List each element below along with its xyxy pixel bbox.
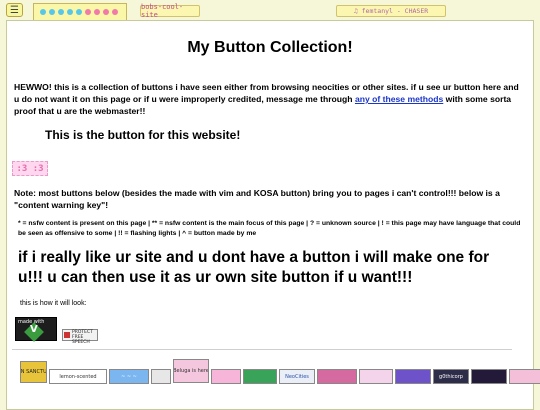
flag-icon [64, 332, 70, 338]
site-button-9[interactable] [317, 369, 357, 384]
site-button-14[interactable] [509, 369, 540, 384]
decor-dot [85, 9, 91, 15]
site-button-6[interactable] [211, 369, 241, 384]
divider [12, 349, 512, 350]
site-button-8[interactable]: NeoCities [279, 369, 315, 384]
pfs-button-text: PROTECT FREE SPEECH [72, 330, 93, 345]
decor-dot [112, 9, 118, 15]
decor-dot [76, 9, 82, 15]
now-playing[interactable]: ♫ femtanyl - CHASER [336, 5, 446, 17]
site-button-2[interactable]: lemon-scented [49, 369, 107, 384]
site-button-13[interactable] [471, 369, 507, 384]
decor-dot [103, 9, 109, 15]
page-title: My Button Collection! [187, 39, 353, 56]
site-button[interactable]: :3 :3 [12, 161, 48, 176]
site-button-4[interactable] [151, 369, 171, 384]
decor-dot [58, 9, 64, 15]
decor-dot [94, 9, 100, 15]
site-button-7[interactable] [243, 369, 277, 384]
menu-icon[interactable]: ☰ [6, 3, 23, 17]
site-button-1[interactable]: EDEN SANCTUARY [20, 361, 47, 383]
note-paragraph: Note: most buttons below (besides the ma… [14, 188, 500, 210]
top-bar: ☰ bobs-cool-site ♫ femtanyl - CHASER [0, 0, 540, 28]
contact-methods-link[interactable]: any of these methods [355, 94, 443, 104]
intro-paragraph: HEWWO! this is a collection of buttons i… [14, 81, 524, 117]
vim-letter: V [30, 324, 38, 335]
site-name-tag[interactable]: bobs-cool-site [140, 3, 200, 19]
example-label: this is how it will look: [20, 300, 87, 307]
site-button-5[interactable]: Beluga is here [173, 359, 209, 383]
warning-key: * = nsfw content is present on this page… [18, 220, 521, 237]
site-button-10[interactable] [359, 369, 393, 384]
site-button-12[interactable]: g0thicorp [433, 369, 469, 384]
decor-dot [67, 9, 73, 15]
made-with-vim-button[interactable]: made with V [15, 317, 57, 342]
site-button-11[interactable] [395, 369, 431, 384]
content-panel [6, 20, 534, 410]
button-offer-text: if i really like ur site and u dont have… [18, 249, 490, 286]
site-button-heading: This is the button for this website! [45, 128, 241, 142]
decor-dot [49, 9, 55, 15]
site-button-3[interactable]: ~ ~ ~ [109, 369, 149, 384]
protect-free-speech-button[interactable]: PROTECT FREE SPEECH [62, 329, 98, 345]
decor-dot [40, 9, 46, 15]
